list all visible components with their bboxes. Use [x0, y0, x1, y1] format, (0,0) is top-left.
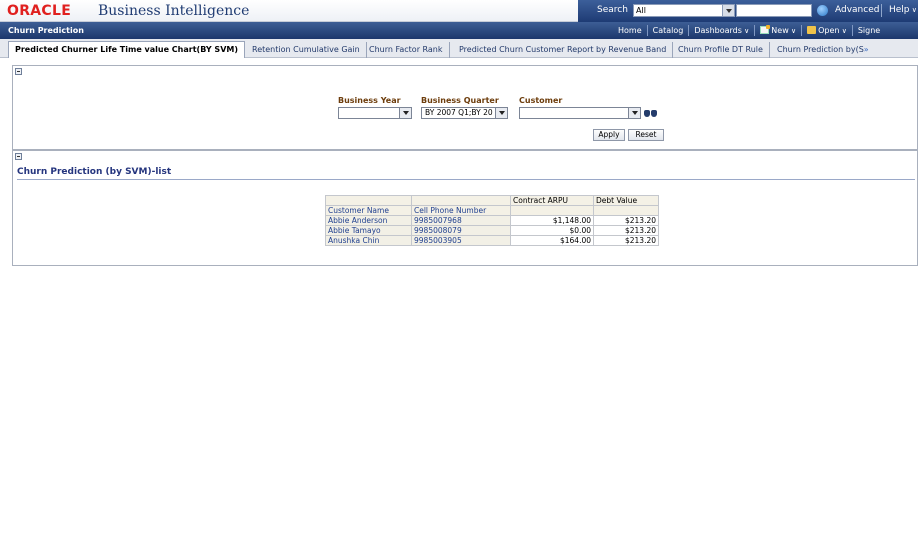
chevron-down-icon[interactable]	[495, 108, 507, 118]
column-header-cell-phone[interactable]: Cell Phone Number	[411, 205, 511, 216]
chevron-down-icon[interactable]	[628, 108, 640, 118]
table-header-row: Contract ARPU Debt Value	[325, 195, 659, 206]
new-document-icon	[760, 25, 771, 34]
customer-name-cell[interactable]: Anushka Chin	[325, 235, 412, 246]
advanced-link[interactable]: Advanced	[835, 5, 879, 15]
nav-open[interactable]: Open	[802, 26, 852, 35]
tab-churn-factor-rank[interactable]: Churn Factor Rank	[363, 42, 450, 58]
search-bar: Search All Advanced Help	[578, 0, 918, 22]
cell-phone-cell[interactable]: 9985003905	[411, 235, 511, 246]
tab-retention-cumulative-gain[interactable]: Retention Cumulative Gain	[246, 42, 367, 58]
customer-label: Customer	[519, 96, 563, 105]
help-menu[interactable]: Help	[889, 5, 917, 15]
tab-churn-profile-dt-rule[interactable]: Churn Profile DT Rule	[672, 42, 770, 58]
more-tabs-icon[interactable]: »	[864, 45, 869, 54]
tab-predicted-churner-ltv[interactable]: Predicted Churner Life Time value Chart(…	[8, 41, 246, 58]
business-quarter-select[interactable]: BY 2007 Q1;BY 20	[421, 107, 508, 119]
table-row: Abbie Anderson 9985007968 $1,148.00 $213…	[325, 215, 659, 226]
debt-value-cell: $213.20	[593, 235, 659, 246]
nav-catalog[interactable]: Catalog	[648, 26, 689, 35]
business-quarter-value: BY 2007 Q1;BY 20	[425, 108, 493, 117]
search-go-icon[interactable]	[817, 5, 828, 16]
cell-phone-cell[interactable]: 9985007968	[411, 215, 511, 226]
dashboard-title: Churn Prediction	[8, 26, 84, 35]
global-nav: Home Catalog Dashboards New Open Signe	[613, 22, 885, 39]
customer-name-cell[interactable]: Abbie Anderson	[325, 215, 412, 226]
cell-phone-cell[interactable]: 9985008079	[411, 225, 511, 236]
column-header-contract-arpu[interactable]: Contract ARPU	[510, 195, 594, 206]
business-year-select[interactable]	[338, 107, 412, 119]
table-corner-cell	[411, 195, 511, 206]
apply-button[interactable]: Apply	[593, 129, 625, 141]
table-row: Abbie Tamayo 9985008079 $0.00 $213.20	[325, 225, 659, 236]
debt-value-cell: $213.20	[593, 215, 659, 226]
dashboard-bar: Churn Prediction Home Catalog Dashboards…	[0, 22, 918, 39]
table-row: Anushka Chin 9985003905 $164.00 $213.20	[325, 235, 659, 246]
chevron-down-icon[interactable]	[722, 5, 734, 16]
search-values-icon[interactable]	[644, 108, 657, 117]
contract-arpu-cell: $1,148.00	[510, 215, 594, 226]
header-divider	[881, 4, 882, 17]
tab-churn-prediction-by[interactable]: Churn Prediction by(S»	[771, 42, 875, 58]
contract-arpu-cell: $0.00	[510, 225, 594, 236]
search-scope-select[interactable]: All	[633, 4, 735, 17]
churn-list-table: Contract ARPU Debt Value Customer Name C…	[325, 195, 659, 246]
page-tabs: Predicted Churner Life Time value Chart(…	[0, 39, 918, 58]
prompts-section: Business Year Business Quarter BY 2007 Q…	[12, 65, 918, 150]
nav-signed-in[interactable]: Signe	[853, 26, 885, 35]
nav-home[interactable]: Home	[613, 26, 647, 35]
search-input[interactable]	[736, 4, 812, 17]
column-header-customer-name[interactable]: Customer Name	[325, 205, 412, 216]
contract-arpu-cell: $164.00	[510, 235, 594, 246]
business-quarter-label: Business Quarter	[421, 96, 499, 105]
tab-predicted-churn-by-revenue-band[interactable]: Predicted Churn Customer Report by Reven…	[453, 42, 674, 58]
dashboard-content: Business Year Business Quarter BY 2007 Q…	[0, 58, 918, 538]
customer-name-cell[interactable]: Abbie Tamayo	[325, 225, 412, 236]
table-header-cell	[593, 205, 659, 216]
business-year-label: Business Year	[338, 96, 401, 105]
product-name: Business Intelligence	[98, 3, 250, 19]
app-header: ORACLE Business Intelligence Search All …	[0, 0, 918, 22]
oracle-logo: ORACLE	[7, 3, 72, 19]
collapse-icon[interactable]	[15, 68, 22, 75]
nav-open-label: Open	[818, 26, 847, 35]
nav-new-label: New	[771, 26, 796, 35]
table-subheader-row: Customer Name Cell Phone Number	[325, 205, 659, 216]
customer-select[interactable]	[519, 107, 641, 119]
nav-dashboards[interactable]: Dashboards	[689, 26, 754, 35]
title-divider	[17, 179, 915, 180]
table-corner-cell	[325, 195, 412, 206]
report-section: Churn Prediction (by SVM)-list Contract …	[12, 150, 918, 266]
reset-button[interactable]: Reset	[628, 129, 664, 141]
tab-churn-prediction-label: Churn Prediction by(S	[777, 45, 864, 54]
collapse-icon[interactable]	[15, 153, 22, 160]
folder-icon	[807, 26, 817, 34]
table-header-cell	[510, 205, 594, 216]
column-header-debt-value[interactable]: Debt Value	[593, 195, 659, 206]
nav-new[interactable]: New	[755, 25, 801, 35]
chevron-down-icon[interactable]	[399, 108, 411, 118]
report-title: Churn Prediction (by SVM)-list	[17, 167, 172, 177]
search-label: Search	[597, 5, 628, 15]
search-scope-value: All	[636, 6, 646, 15]
debt-value-cell: $213.20	[593, 225, 659, 236]
